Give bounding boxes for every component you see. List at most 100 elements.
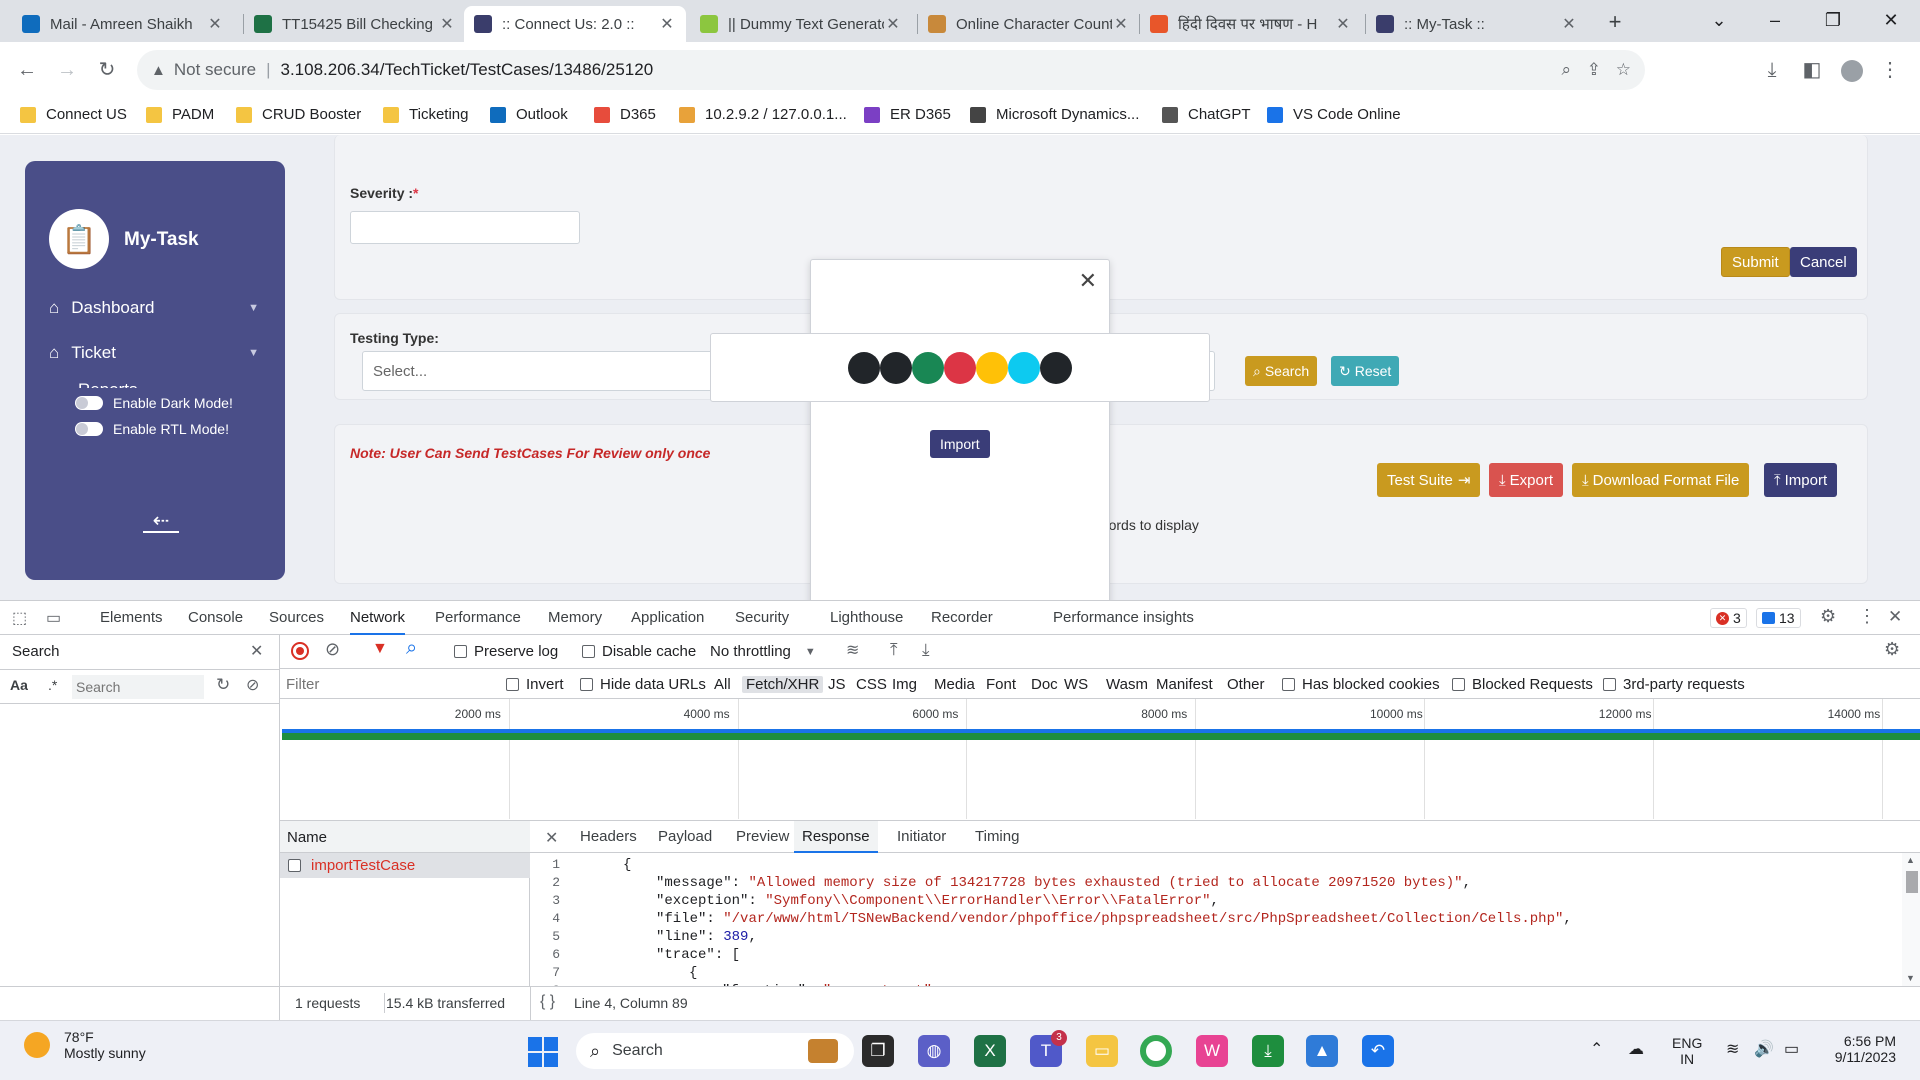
close-tab-icon[interactable]: ✕ <box>206 14 224 34</box>
reset-button[interactable]: ↻ Reset <box>1331 356 1400 386</box>
network-status-icon[interactable]: ☁ <box>1628 1039 1644 1059</box>
bookmark-item[interactable]: VS Code Online <box>1267 106 1401 123</box>
browser-tab[interactable]: || Dummy Text Generator ✕ <box>690 6 912 42</box>
paint-icon[interactable]: W <box>1196 1035 1228 1067</box>
message-badge[interactable]: 13 <box>1756 608 1801 628</box>
blocked-requests-checkbox[interactable]: Blocked Requests <box>1452 676 1593 693</box>
dark-mode-toggle[interactable]: Enable Dark Mode! <box>75 395 233 411</box>
close-tab-icon[interactable]: ✕ <box>438 14 456 34</box>
close-tab-icon[interactable]: ✕ <box>884 14 902 34</box>
blocked-cookies-checkbox[interactable]: Has blocked cookies <box>1282 676 1440 693</box>
devtools-tab-performance[interactable]: Performance <box>435 601 521 635</box>
devtools-tab-lighthouse[interactable]: Lighthouse <box>830 601 903 635</box>
bookmark-star-icon[interactable]: ☆ <box>1616 60 1631 80</box>
test-suite-button[interactable]: Test Suite ⇥ <box>1377 463 1481 497</box>
chat-icon[interactable]: ◍ <box>918 1035 950 1067</box>
clear-icon[interactable]: ⊘ <box>325 639 340 660</box>
close-tab-icon[interactable]: ✕ <box>1334 14 1352 34</box>
file-explorer-icon[interactable]: ▭ <box>1086 1035 1118 1067</box>
upload-icon[interactable]: ⤒ <box>890 640 898 660</box>
devtools-tab-sources[interactable]: Sources <box>269 601 324 635</box>
filter-type-css[interactable]: CSS <box>856 676 887 693</box>
import-button[interactable]: ⤒ Import <box>1764 463 1838 497</box>
filter-type-js[interactable]: JS <box>828 676 846 693</box>
filter-icon[interactable]: ▼ <box>372 640 388 658</box>
toggle-switch[interactable] <box>75 396 103 410</box>
reload-button[interactable]: ↻ <box>89 52 125 88</box>
browser-tab[interactable]: Online Character Counter ✕ <box>918 6 1140 42</box>
more-vert-icon[interactable]: ⋮ <box>1858 606 1876 627</box>
modal-close-button[interactable]: ✕ <box>1079 270 1097 292</box>
detail-tab-preview[interactable]: Preview <box>736 821 789 853</box>
settings-gear-icon[interactable]: ⚙ <box>1820 606 1836 627</box>
bookmark-item[interactable]: D365 <box>594 106 656 123</box>
profile-button[interactable] <box>1834 52 1870 88</box>
devtools-tab-memory[interactable]: Memory <box>548 601 602 635</box>
teams-icon[interactable]: T3 <box>1030 1030 1067 1067</box>
task-view-icon[interactable]: ❐ <box>862 1035 894 1067</box>
weather-widget[interactable]: 78°F Mostly sunny <box>24 1029 146 1061</box>
close-window-button[interactable]: ✕ <box>1868 0 1914 40</box>
vertical-scrollbar[interactable]: ▲ ▼ <box>1902 853 1920 986</box>
toggle-switch[interactable] <box>75 422 103 436</box>
hide-data-urls-checkbox[interactable]: Hide data URLs <box>580 676 706 693</box>
close-detail-icon[interactable]: ✕ <box>545 828 558 848</box>
download-icon[interactable]: ⤓ <box>922 640 930 660</box>
close-tab-icon[interactable]: ✕ <box>1112 14 1130 34</box>
chrome-icon[interactable] <box>1140 1035 1172 1067</box>
bookmark-item[interactable]: Outlook <box>490 106 568 123</box>
rtl-mode-toggle[interactable]: Enable RTL Mode! <box>75 421 229 437</box>
browser-tab[interactable]: :: Connect Us: 2.0 :: ✕ <box>464 6 686 42</box>
devtools-tab-network[interactable]: Network <box>350 601 406 635</box>
export-button[interactable]: ⤓ Export <box>1489 463 1563 497</box>
devtools-tab-application[interactable]: Application <box>631 601 704 635</box>
excel-icon[interactable]: X <box>974 1035 1006 1067</box>
scrollbar-thumb[interactable] <box>1906 871 1918 893</box>
preserve-log-checkbox[interactable]: Preserve log <box>454 643 558 660</box>
search-button[interactable]: ⌕ Search <box>1245 356 1318 386</box>
device-toggle-icon[interactable]: ▭ <box>46 608 61 628</box>
back-button[interactable]: ← <box>9 52 45 88</box>
invert-checkbox[interactable]: Invert <box>506 676 564 693</box>
filter-type-manifest[interactable]: Manifest <box>1156 676 1213 693</box>
bookmark-item[interactable]: Ticketing <box>383 106 468 123</box>
sidebar-item-reports[interactable]: Reports <box>49 380 259 388</box>
search-icon[interactable]: ⌕ <box>406 637 417 660</box>
detail-tab-timing[interactable]: Timing <box>975 821 1019 853</box>
close-tab-icon[interactable]: ✕ <box>658 14 676 34</box>
filter-type-font[interactable]: Font <box>986 676 1016 693</box>
filter-type-media[interactable]: Media <box>934 676 975 693</box>
taskbar-search[interactable]: ⌕ Search <box>576 1033 854 1069</box>
refresh-icon[interactable]: ↻ <box>216 675 230 695</box>
timeline-overview[interactable]: 2000 ms 4000 ms 6000 ms 8000 ms 10000 ms 1200… <box>280 699 1920 821</box>
browser-menu-button[interactable]: ⋮ <box>1872 52 1908 88</box>
devtools-tab-performance-insights[interactable]: Performance insights <box>1053 601 1194 635</box>
third-party-checkbox[interactable]: 3rd-party requests <box>1603 676 1745 693</box>
collapse-sidebar-button[interactable]: ⇠ <box>143 511 179 533</box>
new-tab-button[interactable]: + <box>1599 6 1631 38</box>
pretty-print-icon[interactable]: { } <box>540 993 555 1011</box>
detail-tab-response[interactable]: Response <box>794 821 878 853</box>
start-button[interactable] <box>528 1037 558 1067</box>
clock[interactable]: 6:56 PM 9/11/2023 <box>1820 1033 1896 1065</box>
minimize-button[interactable]: – <box>1752 0 1798 40</box>
inspect-icon[interactable]: ⬚ <box>12 608 27 628</box>
filter-type-fetch-xhr[interactable]: Fetch/XHR <box>742 676 824 693</box>
error-badge[interactable]: ✕ 3 <box>1710 608 1747 628</box>
bookmark-item[interactable]: CRUD Booster <box>236 106 361 123</box>
devtools-tab-recorder[interactable]: Recorder <box>931 601 993 635</box>
close-tab-icon[interactable]: ✕ <box>1560 14 1578 34</box>
bookmark-item[interactable]: PADM <box>146 106 214 123</box>
clear-icon[interactable]: ⊘ <box>246 675 259 695</box>
bookmark-item[interactable]: Connect US <box>20 106 127 123</box>
app-shortcut-icon[interactable]: ↶ <box>1362 1035 1394 1067</box>
filter-type-wasm[interactable]: Wasm <box>1106 676 1148 693</box>
record-icon[interactable] <box>291 642 309 660</box>
side-panel-button[interactable]: ◧ <box>1794 52 1830 88</box>
disable-cache-checkbox[interactable]: Disable cache <box>582 643 696 660</box>
battery-icon[interactable]: ▭ <box>1784 1039 1799 1059</box>
match-case-toggle[interactable]: Aa <box>10 677 28 693</box>
submit-button[interactable]: Submit <box>1721 247 1790 277</box>
language-indicator[interactable]: ENG IN <box>1672 1035 1702 1067</box>
testing-type-select[interactable]: Select... <box>362 351 762 391</box>
